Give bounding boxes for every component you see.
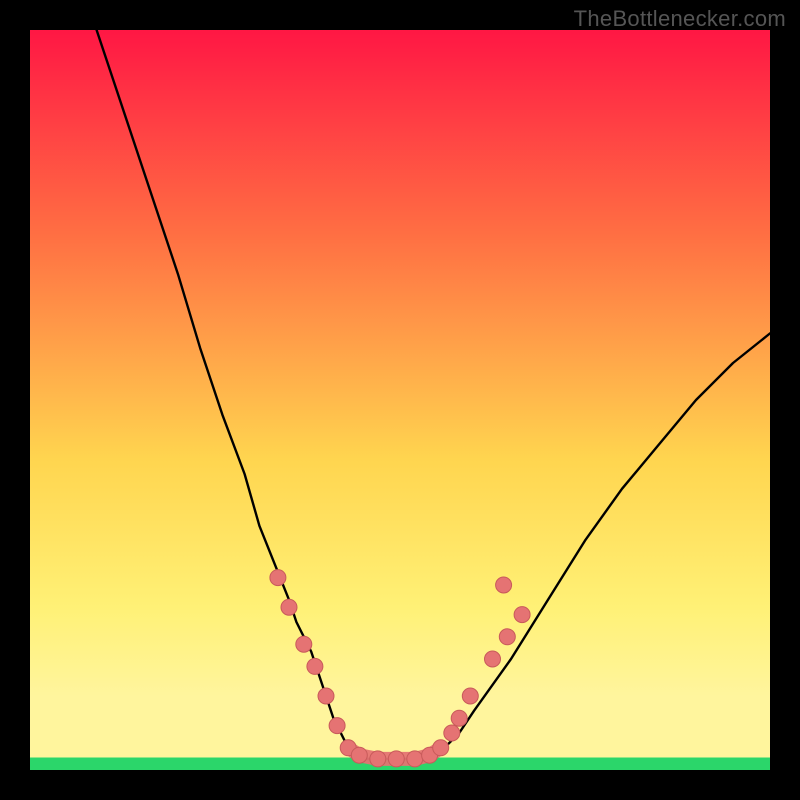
data-marker (307, 658, 323, 674)
data-marker (514, 607, 530, 623)
data-marker (462, 688, 478, 704)
data-marker (451, 710, 467, 726)
data-marker (496, 577, 512, 593)
chart-frame: TheBottlenecker.com (0, 0, 800, 800)
data-marker (499, 629, 515, 645)
data-marker (296, 636, 312, 652)
plot-area (30, 30, 770, 770)
bottleneck-chart (30, 30, 770, 770)
data-marker (370, 751, 386, 767)
data-marker (485, 651, 501, 667)
gradient-background (30, 30, 770, 770)
data-marker (444, 725, 460, 741)
data-marker (433, 740, 449, 756)
data-marker (318, 688, 334, 704)
data-marker (270, 570, 286, 586)
data-marker (388, 751, 404, 767)
data-marker (351, 747, 367, 763)
data-marker (407, 751, 423, 767)
data-marker (329, 718, 345, 734)
data-marker (281, 599, 297, 615)
watermark-label: TheBottlenecker.com (574, 6, 786, 32)
